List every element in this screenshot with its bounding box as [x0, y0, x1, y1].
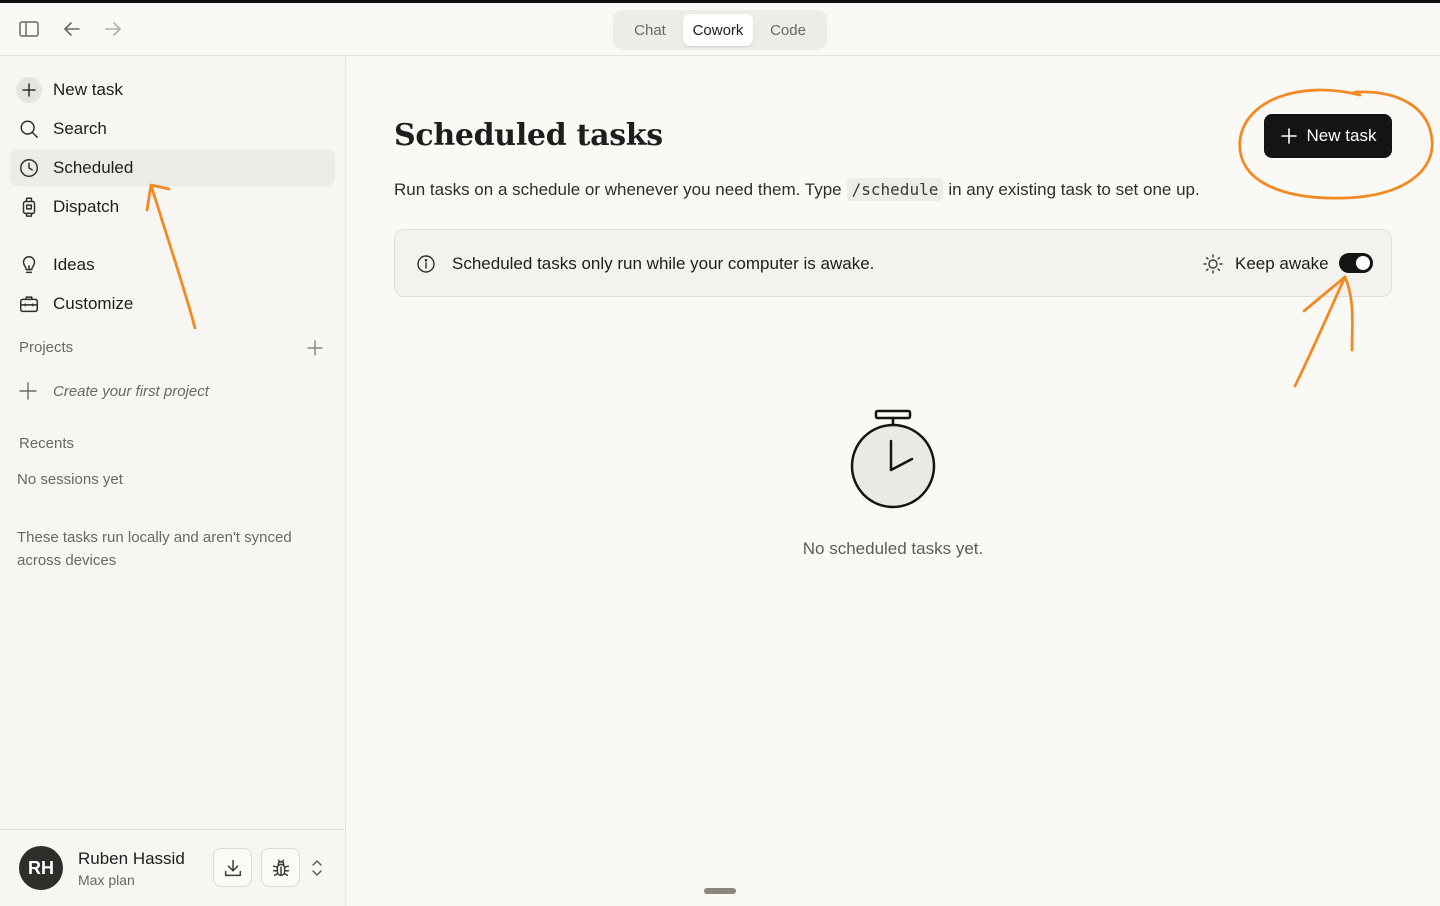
briefcase-icon	[17, 292, 41, 316]
plus-icon	[16, 76, 42, 103]
keep-awake-label: Keep awake	[1235, 254, 1329, 273]
lightbulb-icon	[17, 253, 41, 277]
sidebar: New task Search Scheduled Dispatch Ideas…	[0, 57, 346, 906]
download-button[interactable]	[213, 848, 252, 887]
sidebar-item-customize[interactable]: Customize	[10, 285, 335, 322]
title-bar: Chat Cowork Code	[0, 3, 1440, 56]
sidebar-item-label: Dispatch	[53, 196, 120, 216]
user-account-bar: RH Ruben Hassid Max plan	[0, 829, 345, 906]
description-text: Run tasks on a schedule or whenever you …	[394, 179, 842, 199]
sun-icon	[1202, 253, 1224, 275]
notice-text: Scheduled tasks only run while your comp…	[452, 254, 875, 273]
new-task-button[interactable]: New task	[1264, 114, 1392, 158]
sidebar-item-label: Scheduled	[53, 157, 134, 177]
plus-icon	[1280, 128, 1297, 144]
resize-handle[interactable]	[704, 888, 736, 894]
sidebar-item-label: Search	[53, 118, 107, 138]
sidebar-item-search[interactable]: Search	[10, 110, 335, 147]
bug-icon	[272, 858, 289, 876]
schedule-command: /schedule	[846, 178, 944, 201]
awake-notice-banner: Scheduled tasks only run while your comp…	[394, 229, 1392, 297]
bug-report-button[interactable]	[261, 848, 300, 887]
sidebar-item-scheduled[interactable]: Scheduled	[10, 149, 335, 186]
no-sessions-text: No sessions yet	[17, 471, 123, 488]
sidebar-item-new-task[interactable]: New task	[10, 71, 335, 108]
sidebar-item-dispatch[interactable]: Dispatch	[10, 188, 335, 225]
recents-heading: Recents	[19, 435, 75, 452]
mode-switcher: Chat Cowork Code	[613, 10, 827, 50]
tab-code[interactable]: Code	[753, 14, 823, 46]
tab-chat[interactable]: Chat	[617, 14, 683, 46]
tab-cowork[interactable]: Cowork	[683, 14, 753, 46]
projects-heading: Projects	[19, 339, 74, 356]
sidebar-item-label: New task	[53, 79, 123, 99]
user-plan: Max plan	[78, 872, 135, 888]
watch-icon	[17, 195, 41, 219]
empty-state-text: No scheduled tasks yet.	[802, 539, 984, 558]
info-icon	[416, 254, 436, 274]
page-title: Scheduled tasks	[394, 118, 663, 153]
back-arrow-icon[interactable]	[60, 17, 84, 41]
chevron-up-down-icon[interactable]	[309, 858, 325, 878]
toggle-knob	[1356, 256, 1370, 270]
search-icon	[17, 117, 41, 141]
user-name: Ruben Hassid	[78, 849, 185, 868]
create-project-link[interactable]: Create your first project	[17, 379, 209, 403]
page-description: Run tasks on a schedule or whenever you …	[394, 178, 1200, 201]
stopwatch-icon	[850, 409, 936, 509]
main-content: Scheduled tasks New task Run tasks on a …	[346, 57, 1440, 906]
sidebar-toggle-icon[interactable]	[17, 17, 41, 41]
sidebar-item-label: Customize	[53, 293, 134, 313]
add-project-icon[interactable]	[305, 338, 325, 358]
create-project-label: Create your first project	[53, 382, 209, 400]
forward-arrow-icon[interactable]	[101, 17, 125, 41]
new-task-label: New task	[1306, 126, 1377, 145]
avatar[interactable]: RH	[19, 846, 63, 890]
plus-icon	[19, 382, 37, 400]
description-text-end: in any existing task to set one up.	[948, 179, 1200, 199]
keep-awake-toggle[interactable]	[1339, 253, 1373, 273]
clock-icon	[17, 156, 41, 180]
sidebar-item-ideas[interactable]: Ideas	[10, 246, 335, 283]
download-icon	[224, 859, 241, 876]
sidebar-item-label: Ideas	[53, 254, 95, 274]
local-sync-note: These tasks run locally and aren't synce…	[17, 529, 292, 569]
